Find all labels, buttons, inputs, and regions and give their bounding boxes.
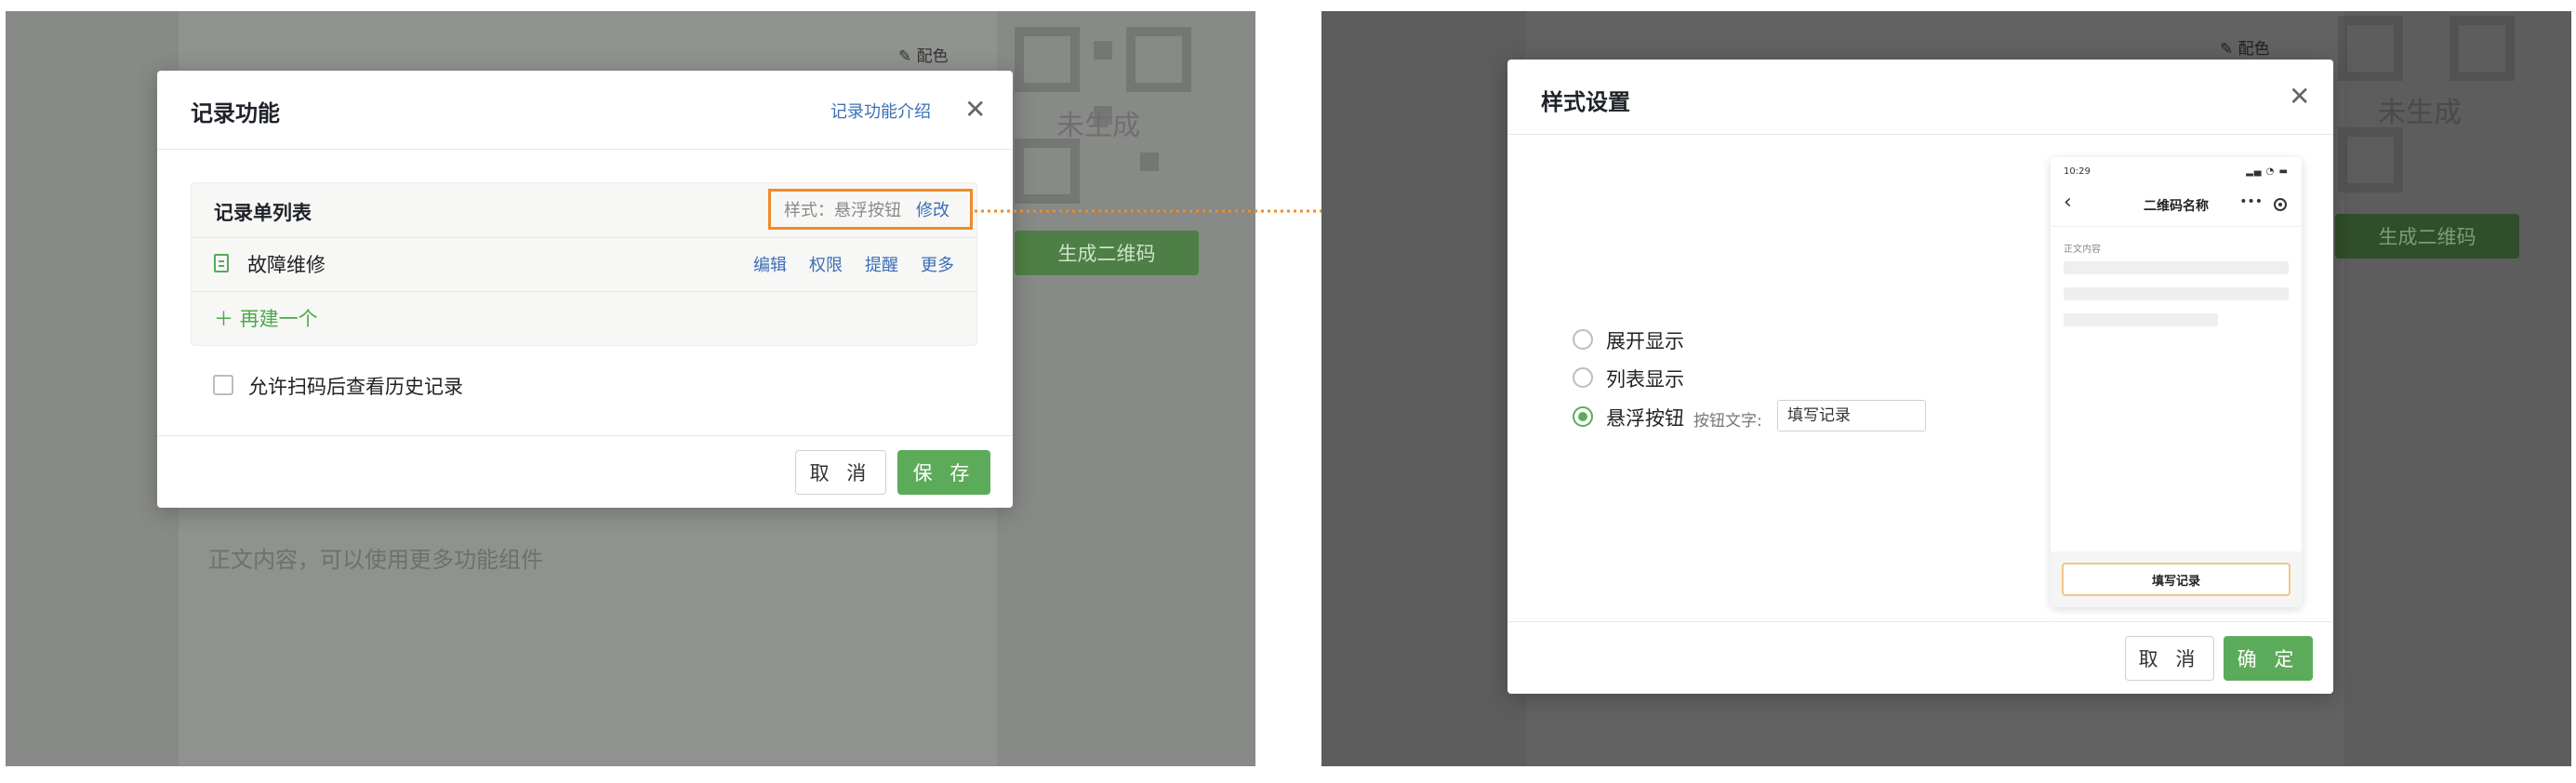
style-label: 样式：悬浮按钮 bbox=[784, 201, 901, 220]
style-edit-link[interactable]: 修改 bbox=[916, 197, 949, 221]
phone-title: 二维码名称 bbox=[2144, 199, 2209, 214]
history-checkbox[interactable] bbox=[213, 375, 233, 395]
button-text-label: 按钮文字: bbox=[1693, 412, 1762, 431]
dialog-title: 样式设置 bbox=[1541, 89, 1630, 115]
record-feature-dialog: 记录功能 记录功能介绍 ✕ 记录单列表 样式：悬浮按钮 修改 故障维修 编辑 权… bbox=[157, 71, 1013, 508]
phone-time: 10:29 bbox=[2064, 166, 2091, 177]
divider bbox=[1507, 134, 2333, 135]
intro-link[interactable]: 记录功能介绍 bbox=[830, 99, 931, 123]
history-checkbox-label: 允许扫码后查看历史记录 bbox=[248, 376, 463, 398]
color-scheme-button[interactable]: ✎ 配色 bbox=[898, 43, 949, 66]
add-new-row[interactable]: ＋ 再建一个 bbox=[192, 291, 976, 345]
qr-status-label: 未生成 bbox=[2378, 97, 2462, 129]
color-scheme-button[interactable]: ✎ 配色 bbox=[2220, 35, 2270, 59]
more-link[interactable]: 更多 bbox=[921, 252, 954, 276]
placeholder-line bbox=[2064, 287, 2289, 300]
paint-icon: ✎ bbox=[898, 47, 912, 66]
radio-list-label: 列表显示 bbox=[1606, 368, 1684, 391]
cancel-button[interactable]: 取 消 bbox=[795, 450, 886, 495]
style-settings-dialog: 样式设置 ✕ 展开显示 列表显示 悬浮按钮 按钮文字: 填写记录 10:29 ▂… bbox=[1507, 60, 2333, 694]
add-new-button[interactable]: ＋ 再建一个 bbox=[214, 304, 318, 332]
item-actions: 编辑 权限 提醒 更多 bbox=[753, 252, 954, 276]
radio-list[interactable] bbox=[1573, 367, 1593, 388]
permission-link[interactable]: 权限 bbox=[809, 252, 843, 276]
close-icon[interactable]: ✕ bbox=[2289, 84, 2310, 110]
confirm-button[interactable]: 确 定 bbox=[2224, 636, 2313, 681]
cancel-button[interactable]: 取 消 bbox=[2125, 636, 2214, 681]
more-icon: ••• bbox=[2239, 194, 2263, 209]
reminder-link[interactable]: 提醒 bbox=[865, 252, 898, 276]
radio-expand-label: 展开显示 bbox=[1606, 330, 1684, 352]
divider bbox=[157, 149, 1013, 150]
generate-qr-button[interactable]: 生成二维码 bbox=[2335, 214, 2519, 259]
list-header: 记录单列表 bbox=[214, 202, 312, 224]
divider bbox=[157, 435, 1013, 436]
paint-icon: ✎ bbox=[2220, 40, 2234, 59]
save-button[interactable]: 保 存 bbox=[897, 450, 990, 495]
signal-icon: ▂▄ ◔ ▬ bbox=[2246, 166, 2289, 177]
radio-floating-button[interactable] bbox=[1573, 406, 1593, 427]
placeholder-line bbox=[2064, 261, 2289, 274]
fill-record-button: 填写记录 bbox=[2062, 563, 2291, 596]
qr-status-label: 未生成 bbox=[1056, 110, 1140, 142]
list-item: 故障维修 编辑 权限 提醒 更多 bbox=[192, 237, 976, 292]
radio-expand[interactable] bbox=[1573, 329, 1593, 350]
plus-icon: ＋ bbox=[214, 308, 233, 330]
body-placeholder: 正文内容，可以使用更多功能组件 bbox=[208, 547, 543, 573]
record-list: 记录单列表 样式：悬浮按钮 修改 故障维修 编辑 权限 提醒 更多 ＋ 再建一个 bbox=[191, 182, 977, 346]
phone-body-label: 正文内容 bbox=[2064, 245, 2101, 255]
phone-preview: 10:29 ▂▄ ◔ ▬ ‹ 二维码名称 ••• 正文内容 填写记录 bbox=[2051, 157, 2302, 607]
list-header-row: 记录单列表 样式：悬浮按钮 修改 bbox=[192, 183, 976, 238]
radio-floating-label: 悬浮按钮 bbox=[1606, 407, 1684, 430]
right-panel: ✎ 配色 未生成 生成二维码 样式设置 ✕ 展开显示 列表显示 悬浮按钮 按钮文… bbox=[1321, 11, 2571, 766]
document-icon bbox=[214, 254, 229, 272]
button-text-input[interactable]: 填写记录 bbox=[1777, 400, 1926, 431]
generate-qr-button[interactable]: 生成二维码 bbox=[1015, 231, 1199, 275]
phone-bottom-bar: 填写记录 bbox=[2051, 551, 2302, 607]
placeholder-line bbox=[2064, 313, 2218, 326]
dialog-title: 记录功能 bbox=[191, 100, 280, 126]
item-name: 故障维修 bbox=[247, 254, 325, 276]
close-icon[interactable]: ✕ bbox=[964, 97, 986, 123]
target-icon bbox=[2274, 198, 2287, 211]
phone-navbar: ‹ 二维码名称 ••• bbox=[2051, 183, 2302, 227]
edit-link[interactable]: 编辑 bbox=[753, 252, 787, 276]
divider bbox=[1507, 621, 2333, 622]
style-setting-highlight: 样式：悬浮按钮 修改 bbox=[768, 189, 973, 230]
left-panel: ✎ 配色 未生成 生成二维码 正文内容，可以使用更多功能组件 记录功能 记录功能… bbox=[6, 11, 1255, 766]
